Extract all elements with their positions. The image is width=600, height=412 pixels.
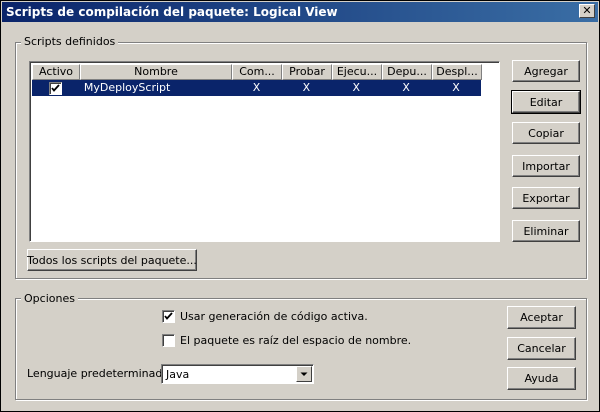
namespace-root-checkbox[interactable] bbox=[162, 334, 175, 347]
active-codegen-option[interactable]: Usar generación de código activa. bbox=[162, 310, 368, 323]
cancel-button[interactable]: Cancelar bbox=[507, 337, 576, 360]
default-language-value: Java bbox=[166, 368, 190, 381]
add-button[interactable]: Agregar bbox=[512, 60, 580, 82]
close-button[interactable]: ✕ bbox=[579, 4, 595, 18]
close-icon: ✕ bbox=[582, 4, 592, 17]
scripts-group-label: Scripts definidos bbox=[21, 35, 119, 48]
active-codegen-checkbox[interactable] bbox=[162, 310, 175, 323]
copy-button[interactable]: Copiar bbox=[512, 122, 580, 144]
scripts-list[interactable]: Activo Nombre Com... Probar Ejecu... Dep… bbox=[29, 61, 500, 242]
row-compile-cell: X bbox=[252, 81, 261, 94]
column-header-compile[interactable]: Com... bbox=[232, 64, 282, 80]
edit-button[interactable]: Editar bbox=[511, 90, 581, 114]
row-run-cell: X bbox=[352, 81, 361, 94]
ok-button[interactable]: Aceptar bbox=[507, 306, 576, 329]
check-icon bbox=[51, 83, 61, 92]
dialog-window: Scripts de compilación del paquete: Logi… bbox=[0, 0, 600, 412]
chevron-down-icon bbox=[300, 372, 308, 376]
row-active-cell bbox=[32, 80, 80, 96]
namespace-root-label: El paquete es raíz del espacio de nombre… bbox=[180, 334, 412, 347]
help-button[interactable]: Ayuda bbox=[507, 367, 576, 390]
row-name-cell: MyDeployScript bbox=[83, 81, 171, 94]
table-row[interactable]: MyDeployScript X X X X X bbox=[32, 80, 481, 96]
column-header-deploy[interactable]: Despl... bbox=[432, 64, 482, 80]
row-deploy-cell: X bbox=[452, 81, 460, 94]
delete-button[interactable]: Eliminar bbox=[512, 220, 580, 242]
column-header-name[interactable]: Nombre bbox=[80, 64, 232, 80]
row-debug-cell: X bbox=[402, 81, 410, 94]
window-title: Scripts de compilación del paquete: Logi… bbox=[6, 5, 338, 19]
active-codegen-label: Usar generación de código activa. bbox=[180, 310, 368, 323]
column-header-run[interactable]: Ejecu... bbox=[332, 64, 382, 80]
namespace-root-option[interactable]: El paquete es raíz del espacio de nombre… bbox=[162, 334, 411, 347]
title-bar[interactable]: Scripts de compilación del paquete: Logi… bbox=[2, 2, 598, 22]
check-icon bbox=[164, 312, 173, 320]
dropdown-button[interactable] bbox=[296, 366, 312, 382]
options-group-label: Opciones bbox=[21, 292, 78, 305]
row-test-cell: X bbox=[302, 81, 311, 94]
default-language-label: Lenguaje predeterminado: bbox=[27, 367, 173, 380]
column-header-debug[interactable]: Depu... bbox=[382, 64, 432, 80]
column-header-active[interactable]: Activo bbox=[32, 64, 80, 80]
column-header-test[interactable]: Probar bbox=[282, 64, 332, 80]
list-header: Activo Nombre Com... Probar Ejecu... Dep… bbox=[32, 64, 499, 80]
default-language-select[interactable]: Java bbox=[161, 364, 314, 384]
row-active-checkbox[interactable] bbox=[49, 81, 63, 95]
export-button[interactable]: Exportar bbox=[512, 187, 580, 209]
import-button[interactable]: Importar bbox=[512, 155, 580, 177]
all-package-scripts-button[interactable]: Todos los scripts del paquete... bbox=[27, 249, 197, 271]
